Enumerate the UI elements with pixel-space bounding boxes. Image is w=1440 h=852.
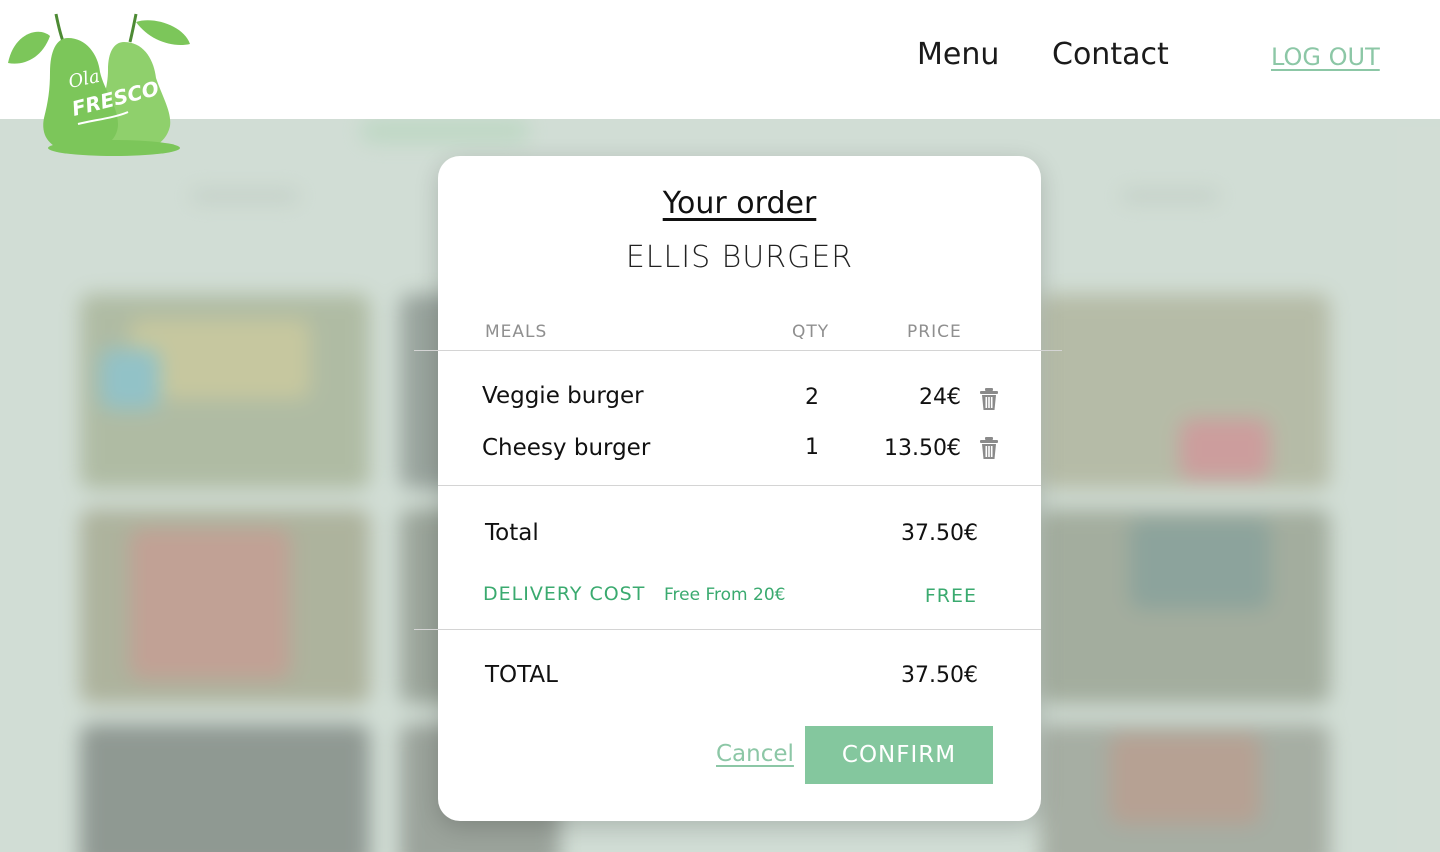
subtotal-value: 37.50€ [901,521,978,546]
confirm-button[interactable]: CONFIRM [805,726,993,784]
header-divider [414,350,1062,351]
logout-link[interactable]: LOG OUT [1271,43,1380,71]
delivery-cost-label: DELIVERY COST [483,583,646,605]
order-item-qty: 1 [805,435,819,460]
nav-menu-link[interactable]: Menu [917,37,999,72]
nav-contact-link[interactable]: Contact [1052,37,1169,72]
order-item-qty: 2 [805,385,819,410]
trash-icon[interactable] [979,387,999,411]
column-header-meals: MEALS [485,322,548,342]
column-header-qty: QTY [792,322,830,342]
order-item-name: Cheesy burger [482,435,651,461]
top-bar: Menu Contact LOG OUT [0,0,1440,119]
ola-fresco-logo[interactable]: Ola FRESCO [4,8,194,156]
trash-icon[interactable] [979,436,999,460]
delivery-cost-value: FREE [924,585,977,607]
order-modal: Your order ELLIS BURGER MEALS QTY PRICE … [414,156,1062,821]
delivery-cost-note: Free From 20€ [664,585,786,605]
cancel-link[interactable]: Cancel [716,741,794,767]
column-header-price: PRICE [907,322,962,342]
total-value: 37.50€ [901,663,978,688]
order-item-price: 24€ [919,385,961,410]
restaurant-name: ELLIS BURGER [625,240,854,275]
items-divider [438,485,1041,486]
total-label: TOTAL [485,662,558,688]
subtotal-label: Total [485,520,539,546]
order-item-price: 13.50€ [884,436,961,461]
totals-divider [414,629,1041,630]
order-item-name: Veggie burger [482,383,644,409]
modal-title: Your order [662,186,817,221]
